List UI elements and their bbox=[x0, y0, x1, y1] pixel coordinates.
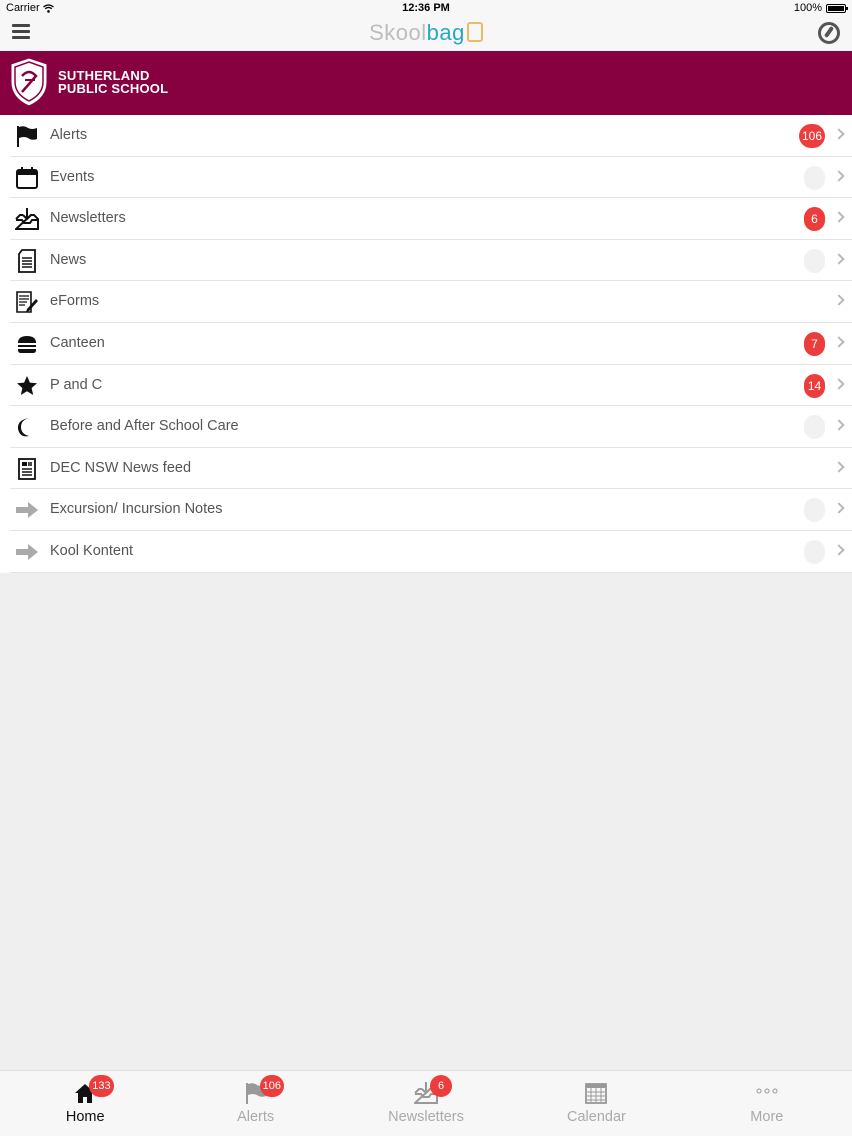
count-badge: 0 bbox=[804, 539, 825, 564]
newspaper-icon bbox=[18, 457, 36, 480]
menu-item-label: Canteen bbox=[50, 334, 105, 351]
menu-item-label: Alerts bbox=[50, 127, 88, 143]
menu-item-label: Newsletters bbox=[50, 210, 126, 227]
count-badge: 0 bbox=[804, 248, 825, 273]
battery-indicator: 100% bbox=[793, 2, 848, 14]
tab-alerts[interactable]: 106 Alerts bbox=[170, 1071, 340, 1136]
form-pencil-icon bbox=[16, 291, 38, 314]
menu-item-label: P and C bbox=[50, 376, 103, 393]
count-badge: 0 bbox=[804, 415, 825, 440]
tab-calendar[interactable]: Calendar bbox=[511, 1071, 681, 1136]
menu-item-news[interactable]: News 0 bbox=[0, 239, 852, 282]
logo-text-bag: bag bbox=[426, 20, 465, 45]
moon-icon bbox=[17, 418, 29, 437]
menu-item-newsletters[interactable]: Newsletters 6 bbox=[0, 198, 852, 240]
star-icon bbox=[17, 375, 37, 395]
calendar-icon bbox=[16, 166, 38, 189]
menu-item-alerts[interactable]: Alerts 106 bbox=[0, 115, 852, 157]
menu-item-before-after-school-care[interactable]: Before and After School Care 0 bbox=[0, 406, 852, 448]
count-badge: 0 bbox=[804, 498, 825, 523]
count-badge: 6 bbox=[804, 207, 825, 232]
chevron-right-icon bbox=[833, 419, 845, 431]
tab-label: Alerts bbox=[237, 1109, 275, 1125]
more-dots-icon bbox=[756, 1088, 778, 1094]
menu-item-p-and-c[interactable]: P and C 14 bbox=[0, 364, 852, 407]
inbox-download-icon bbox=[15, 208, 39, 231]
menu-item-events[interactable]: Events 0 bbox=[0, 156, 852, 199]
arrow-right-icon bbox=[16, 543, 38, 560]
menu-item-label: Excursion/ Incursion Notes bbox=[50, 501, 223, 518]
battery-percent: 100% bbox=[793, 2, 822, 14]
document-icon bbox=[18, 248, 36, 273]
menu-item-dec-nsw-news-feed[interactable]: DEC NSW News feed bbox=[0, 447, 852, 490]
logo-text-skool: Skool bbox=[369, 20, 427, 45]
sync-icon[interactable] bbox=[818, 22, 840, 44]
calendar-grid-icon bbox=[585, 1083, 608, 1104]
tab-count-badge: 133 bbox=[89, 1075, 114, 1097]
menu-item-canteen[interactable]: Canteen 7 bbox=[0, 322, 852, 365]
menu-item-eforms[interactable]: eForms bbox=[0, 281, 852, 323]
navigation-bar: Skoolbag bbox=[0, 16, 852, 51]
chevron-right-icon bbox=[833, 253, 845, 265]
tab-more[interactable]: More bbox=[682, 1071, 852, 1136]
menu-item-label: Events bbox=[50, 168, 95, 185]
tab-label: Home bbox=[65, 1109, 105, 1125]
menu-item-label: News bbox=[50, 251, 87, 268]
school-name-line2: PUBLIC SCHOOL bbox=[58, 81, 169, 96]
tab-home[interactable]: 133 Home bbox=[0, 1071, 170, 1136]
tab-label: Newsletters bbox=[388, 1109, 464, 1125]
chevron-right-icon bbox=[833, 377, 845, 390]
chevron-right-icon bbox=[833, 169, 845, 182]
menu-item-label: DEC NSW News feed bbox=[50, 459, 192, 476]
home-menu-list: Alerts 106 Events 0 Newsletters 6 News 0 bbox=[0, 115, 852, 573]
tab-newsletters[interactable]: 6 Newsletters bbox=[341, 1071, 511, 1136]
arrow-right-icon bbox=[16, 502, 38, 519]
battery-icon bbox=[826, 3, 848, 13]
chevron-right-icon bbox=[833, 544, 845, 556]
tab-label: Calendar bbox=[567, 1109, 626, 1125]
chevron-right-icon bbox=[833, 336, 845, 348]
status-time: 12:36 PM bbox=[402, 2, 450, 14]
tab-count-badge: 106 bbox=[259, 1075, 284, 1097]
count-badge: 106 bbox=[798, 124, 825, 148]
schoolbag-icon bbox=[466, 22, 483, 42]
chevron-right-icon bbox=[833, 461, 845, 473]
menu-item-label: Before and After School Care bbox=[50, 418, 239, 435]
school-crest-icon bbox=[10, 57, 48, 107]
tab-label: More bbox=[750, 1109, 784, 1125]
menu-item-kool-kontent[interactable]: Kool Kontent 0 bbox=[0, 530, 852, 573]
chevron-right-icon bbox=[833, 128, 845, 140]
menu-item-label: eForms bbox=[50, 293, 100, 310]
menu-item-label: Kool Kontent bbox=[50, 542, 134, 559]
count-badge: 7 bbox=[804, 331, 825, 356]
school-banner: SUTHERLAND PUBLIC SCHOOL bbox=[0, 51, 852, 115]
count-badge: 14 bbox=[804, 373, 825, 398]
count-badge: 0 bbox=[804, 165, 825, 190]
flag-icon bbox=[17, 126, 37, 147]
tab-count-badge: 6 bbox=[430, 1075, 453, 1097]
skoolbag-logo: Skoolbag bbox=[0, 20, 852, 46]
burger-icon bbox=[18, 335, 36, 353]
school-name: SUTHERLAND PUBLIC SCHOOL bbox=[58, 69, 168, 95]
bottom-tab-bar: 133 Home 106 Alerts 6 Newsletters Calend… bbox=[0, 1070, 852, 1136]
chevron-right-icon bbox=[833, 211, 845, 223]
chevron-right-icon bbox=[833, 294, 845, 307]
status-bar: Carrier 12:36 PM 100% bbox=[0, 0, 852, 16]
chevron-right-icon bbox=[833, 502, 845, 515]
menu-item-excursion-incursion-notes[interactable]: Excursion/ Incursion Notes 0 bbox=[0, 489, 852, 531]
